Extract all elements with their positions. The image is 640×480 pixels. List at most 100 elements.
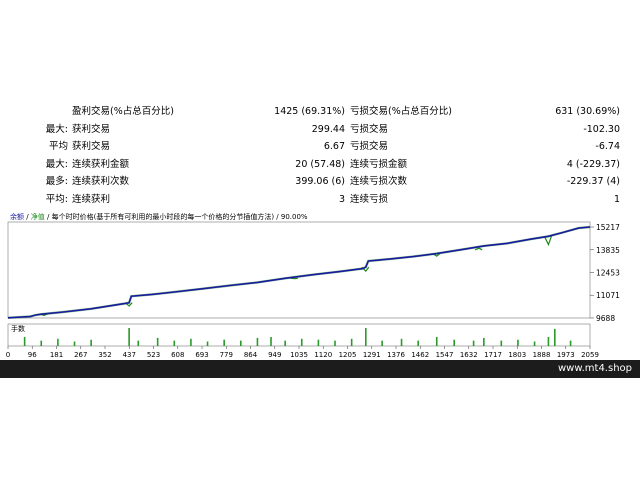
volume-bar — [472, 340, 475, 346]
y-tick-label: 12453 — [596, 268, 620, 277]
x-tick-label: 1035 — [290, 351, 308, 358]
stat-value: 6.67 — [323, 141, 345, 152]
volume-bar — [223, 339, 225, 346]
stat-value: 299.44 — [311, 123, 345, 135]
volume-bar — [364, 328, 367, 346]
y-tick-label: 9688 — [596, 314, 615, 323]
stat-value: 3 — [338, 193, 345, 205]
volume-bar — [453, 339, 455, 346]
x-tick-label: 1376 — [387, 351, 405, 358]
watermark: www.mt4.shop — [557, 363, 632, 374]
x-tick-label: 2059 — [581, 351, 599, 358]
stat-label-loss: 连续亏损 — [350, 193, 389, 205]
stat-value: 20 (57.48) — [295, 158, 345, 170]
x-tick-label: 1291 — [363, 351, 381, 358]
volume-bar — [240, 340, 242, 346]
stat-label: 获利交易 — [72, 123, 111, 135]
volume-bar — [137, 340, 140, 346]
volume-label: 手数 — [11, 324, 25, 333]
volume-bar — [381, 340, 383, 346]
x-tick-label: 1547 — [436, 351, 454, 358]
volume-bar — [569, 340, 572, 346]
volume-bar — [128, 328, 130, 346]
x-tick-label: 1205 — [339, 351, 357, 358]
x-tick-label: 1462 — [411, 351, 429, 358]
volume-bar — [40, 340, 43, 346]
stat-label: 获利交易 — [72, 141, 111, 152]
stat-value-loss: 631 (30.69%) — [555, 106, 620, 117]
x-tick-label: 1888 — [533, 351, 551, 358]
volume-bar — [57, 338, 59, 346]
equity-plot-area — [7, 221, 591, 319]
volume-bar — [554, 328, 556, 346]
x-tick-label: 1120 — [314, 351, 332, 358]
equity-chart: 9688 11071 12453 13835 15217 0 96 181 267 352 437 5… — [6, 221, 620, 358]
stat-label: 连续获利金额 — [72, 158, 130, 170]
stat-row: 盈利交易(%占总百分比) 1425 (69.31%) 亏损交易(%占总百分比) 631… — [0, 103, 640, 121]
x-tick-label: 0 — [6, 351, 10, 358]
stat-value: 1425 (69.31%) — [274, 106, 345, 117]
volume-bar — [190, 338, 192, 346]
volume-bar — [435, 337, 438, 346]
x-tick-label: 1717 — [484, 351, 502, 358]
stat-prefix: 最多: — [45, 176, 68, 187]
volume-bar — [317, 339, 320, 346]
x-tick-label: 608 — [171, 351, 184, 358]
equity-report: 余额 / 净值 / 每个时时价格(基于所有可利用的最小时段的每一个价格的分节插值… — [0, 208, 640, 358]
x-tick-label: 864 — [244, 351, 258, 358]
stat-value-loss: 4 (-229.37) — [566, 158, 620, 170]
x-tick-label: 181 — [50, 351, 63, 358]
x-tick-label: 693 — [195, 351, 208, 358]
x-tick-label: 1973 — [557, 351, 575, 358]
x-tick-label: 267 — [74, 351, 87, 358]
volume-bar — [483, 337, 485, 346]
volume-bar — [206, 341, 209, 346]
volume-bar — [517, 339, 519, 346]
stat-label: 盈利交易(%占总百分比) — [72, 106, 174, 117]
volume-bar — [334, 340, 336, 346]
stat-value-loss: -229.37 (4) — [566, 176, 620, 187]
y-tick-label: 13835 — [596, 246, 620, 255]
x-tick-label: 96 — [28, 351, 37, 358]
y-tick-label: 11071 — [596, 291, 620, 300]
x-tick-label: 1632 — [460, 351, 478, 358]
volume-bar — [547, 337, 550, 346]
volume-bar — [156, 337, 159, 346]
stat-row: 最大: 获利交易 299.44 亏损交易 -102.30 — [0, 121, 640, 139]
x-tick-label: 523 — [147, 351, 160, 358]
stat-row: 平均: 连续获利 3 连续亏损 1 — [0, 191, 640, 209]
volume-bar — [90, 339, 92, 346]
x-tick-label: 352 — [98, 351, 111, 358]
stat-value-loss: -102.30 — [583, 123, 620, 135]
stat-row: 最多: 连续获利次数 399.06 (6) 连续亏损次数 -229.37 (4) — [0, 173, 640, 191]
stat-label-loss: 亏损交易(%占总百分比) — [350, 106, 452, 117]
volume-bar — [350, 338, 353, 346]
volume-bar — [256, 337, 259, 346]
y-tick-label: 15217 — [596, 223, 620, 232]
volume-bar — [400, 338, 403, 346]
volume-bar — [417, 340, 419, 346]
bottom-bar: www.mt4.shop — [0, 360, 640, 378]
stat-label: 连续获利次数 — [72, 176, 130, 187]
stat-value-loss: 1 — [613, 193, 620, 205]
x-tick-label: 1803 — [508, 351, 526, 358]
stat-value: 399.06 (6) — [295, 176, 345, 187]
stat-prefix: 最大: — [45, 158, 68, 170]
volume-bar — [284, 340, 286, 346]
volume-bar — [500, 340, 503, 346]
stat-label-loss: 亏损交易 — [350, 141, 389, 152]
stat-prefix: 平均 — [48, 141, 68, 152]
stat-label: 连续获利 — [72, 193, 111, 205]
x-tick-label: 949 — [268, 351, 281, 358]
volume-bar — [270, 337, 272, 346]
stat-label-loss: 连续亏损金额 — [350, 158, 408, 170]
stat-prefix: 平均: — [45, 193, 68, 205]
volume-bar — [533, 341, 536, 346]
x-tick-label: 779 — [220, 351, 233, 358]
stat-prefix: 最大: — [45, 123, 68, 135]
stat-row: 最大: 连续获利金额 20 (57.48) 连续亏损金额 4 (-229.37) — [0, 156, 640, 174]
volume-bar — [23, 337, 26, 346]
stat-label-loss: 亏损交易 — [350, 123, 389, 135]
volume-plot-area — [7, 323, 591, 347]
stat-row: 平均 获利交易 6.67 亏损交易 -6.74 — [0, 138, 640, 156]
